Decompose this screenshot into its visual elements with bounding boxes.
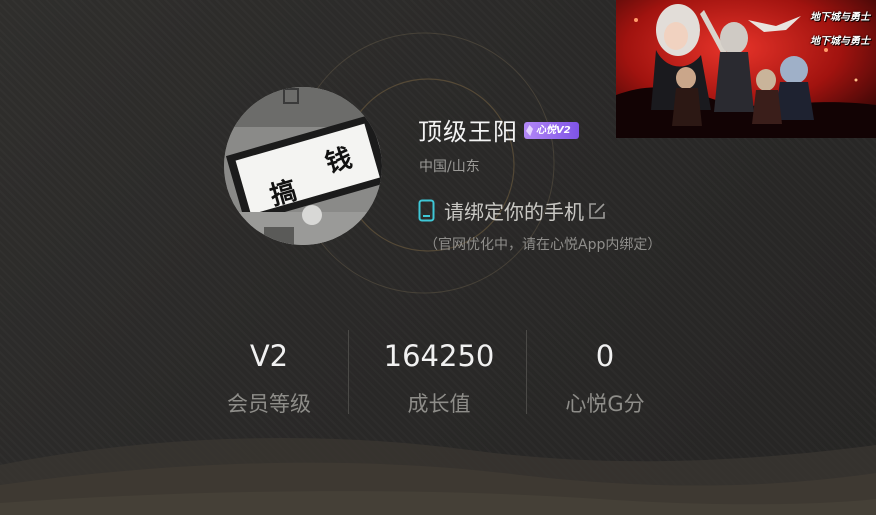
bind-phone-note: （官网优化中，请在心悦App内绑定） <box>424 237 662 253</box>
username-row: 顶级王阳 心悦V2 <box>418 112 579 147</box>
edit-icon[interactable] <box>588 202 606 220</box>
stat-value: 0 <box>595 339 615 373</box>
game-banner[interactable]: 地下城与勇士 地下城与勇士 <box>616 0 876 138</box>
stat-value: V2 <box>249 339 289 373</box>
stat-g-points: 0 心悦G分 <box>530 336 680 418</box>
stat-value: 164250 <box>383 339 495 373</box>
banner-logo-bottom: 地下城与勇士 <box>810 36 870 47</box>
username: 顶级王阳 <box>418 118 518 146</box>
stat-divider <box>526 330 527 414</box>
stat-member-level: V2 会员等级 <box>194 336 344 418</box>
stat-growth-value: 164250 成长值 <box>364 336 514 418</box>
banner-logo-top: 地下城与勇士 <box>810 12 870 23</box>
stat-divider <box>348 330 349 414</box>
bind-phone-text[interactable]: 请绑定你的手机 <box>444 196 584 225</box>
bind-phone-link[interactable]: 请绑定你的手机 <box>418 196 606 225</box>
vip-level-badge[interactable]: 心悦V2 <box>524 122 579 139</box>
avatar-calligraphy-image: 搞 钱 <box>224 87 382 245</box>
avatar[interactable]: 搞 钱 <box>224 87 382 245</box>
stat-label: 成长值 <box>407 392 471 416</box>
stat-label: 心悦G分 <box>565 392 645 416</box>
phone-icon <box>418 199 435 222</box>
stat-label: 会员等级 <box>227 392 311 416</box>
location-text: 中国/山东 <box>419 159 480 175</box>
bottom-wave-decoration <box>0 438 876 515</box>
